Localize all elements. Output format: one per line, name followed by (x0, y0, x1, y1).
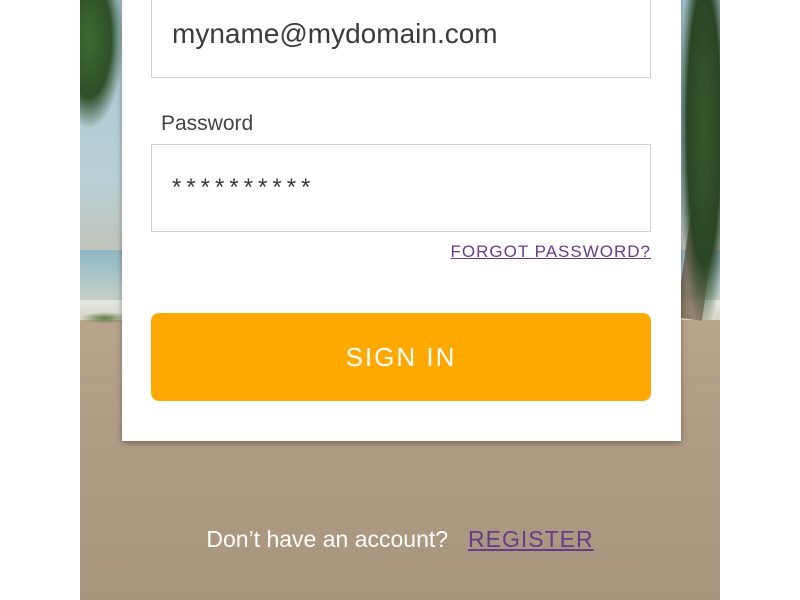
register-prompt: Don’t have an account? REGISTER (0, 526, 800, 553)
password-field[interactable]: ********** (151, 144, 651, 232)
email-field-value: myname@mydomain.com (172, 18, 498, 49)
sign-in-button[interactable]: SIGN IN (151, 313, 651, 401)
forgot-password-link[interactable]: FORGOT PASSWORD? (450, 242, 651, 262)
no-account-text: Don’t have an account? (206, 526, 449, 552)
password-label: Password (161, 112, 254, 135)
palm-tree-right (680, 0, 720, 320)
register-link[interactable]: REGISTER (468, 526, 594, 552)
password-field-value: ********** (172, 174, 316, 201)
email-field[interactable]: myname@mydomain.com (151, 0, 651, 78)
palm-tree-left (80, 0, 124, 130)
